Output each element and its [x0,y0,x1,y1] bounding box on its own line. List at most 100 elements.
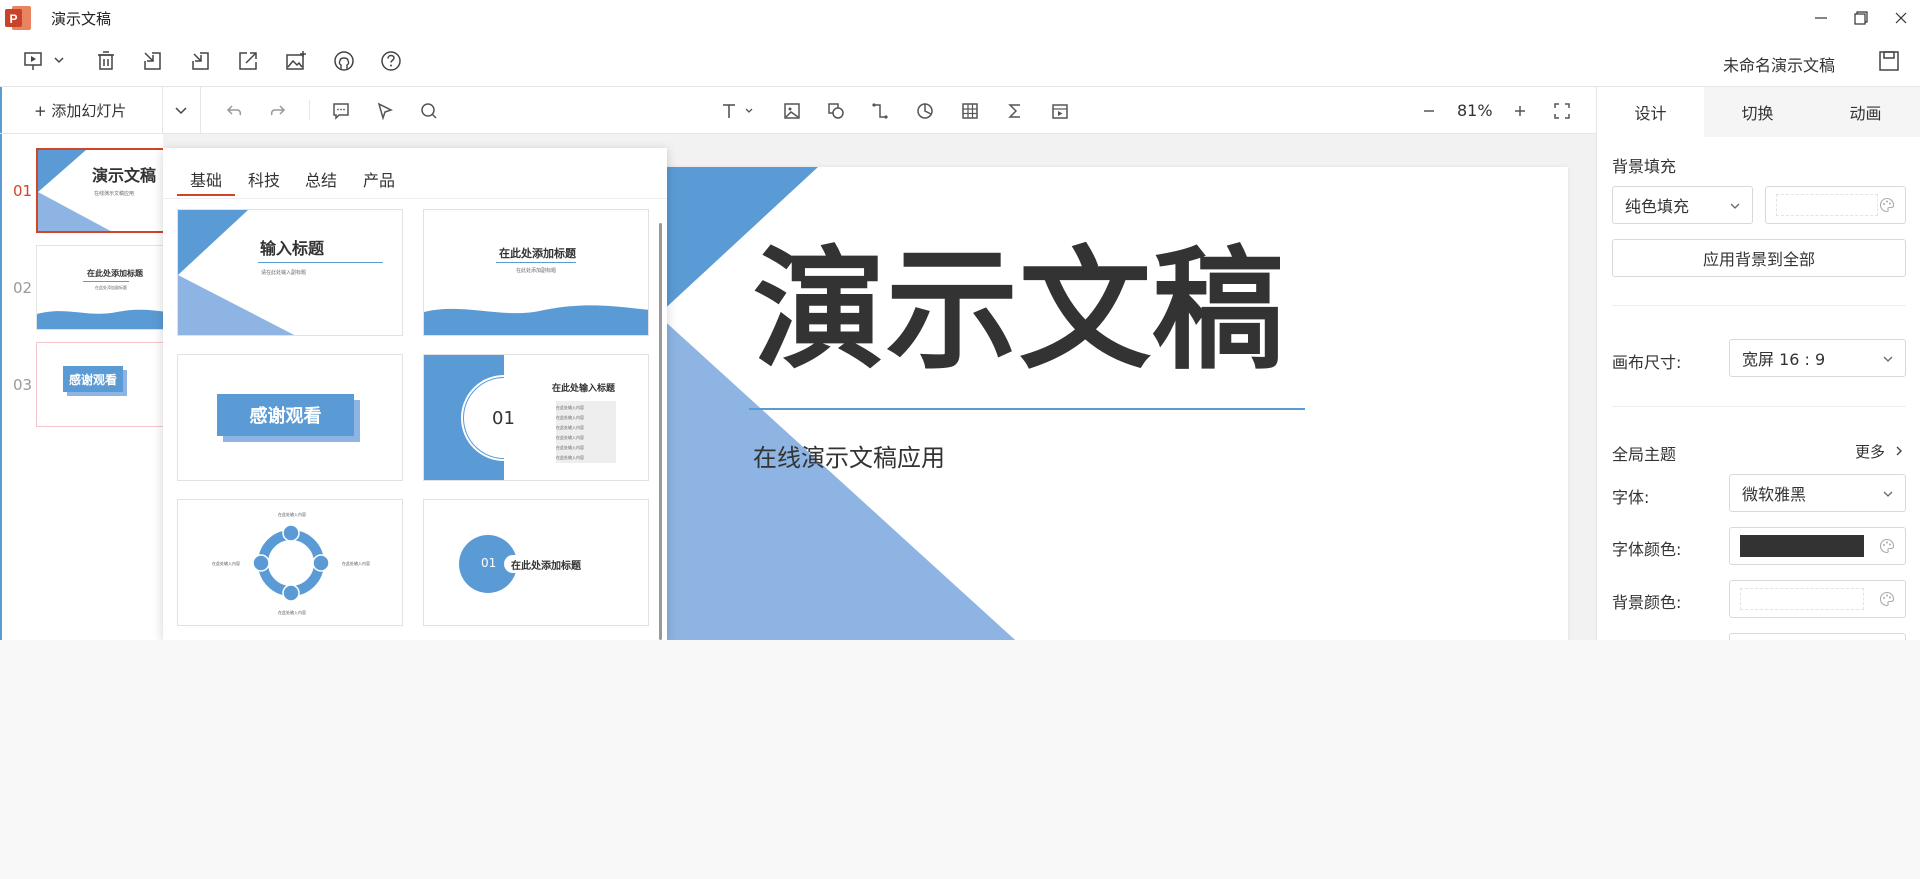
zoom-out-button[interactable] [1418,100,1440,122]
cycle-label-right: 在此处输入内容 [342,561,370,566]
theme-color-picker[interactable] [1729,633,1906,640]
document-name[interactable]: 未命名演示文稿 [1723,52,1835,76]
undo-icon [226,105,242,116]
chevron-down-icon [1883,491,1893,497]
font-color-picker[interactable] [1729,527,1906,565]
font-select[interactable]: 微软雅黑 [1729,474,1906,512]
svg-text:P: P [9,12,17,26]
table-icon [962,103,978,119]
fill-type-value: 纯色填充 [1625,197,1690,216]
template-scrollbar[interactable] [659,223,662,640]
fill-type-select[interactable]: 纯色填充 [1612,186,1753,224]
properties-panel: 设计 切换 动画 背景填充 纯色填充 应用背景到全部 画布尺寸: 宽屏 16 :… [1597,87,1920,640]
cycle-label-left: 在此处输入内容 [212,561,240,566]
comment-button[interactable] [330,100,352,122]
image-tool-button[interactable] [781,100,803,122]
add-slide-button[interactable]: + 添加幻灯片 [34,100,126,121]
card-title: 感谢观看 [217,394,354,436]
help-button[interactable] [378,48,404,74]
slide-thumbnail-1[interactable]: 演示文稿 在线演示文稿应用 [36,148,166,233]
close-button[interactable] [1888,6,1914,30]
save-icon[interactable] [1878,50,1900,72]
tab-transition[interactable]: 切换 [1704,87,1811,137]
slide-thumbnail-3[interactable]: 感谢观看 [36,342,166,427]
restore-button[interactable] [1848,6,1874,30]
template-card-cycle[interactable]: 在此处输入内容 在此处输入内容 在此处输入内容 在此处输入内容 [177,499,403,626]
template-card-wave[interactable]: 在此处添加标题 在此处添加副标题 [423,209,649,336]
card-number: 01 [481,556,497,570]
template-card-thanks[interactable]: 感谢观看 [177,354,403,481]
slideshow-icon [24,52,64,70]
slide-subtitle[interactable]: 在线演示文稿应用 [753,438,945,473]
shape-tool-button[interactable] [825,100,847,122]
title-underline [749,408,1305,410]
formula-tool-button[interactable] [1004,100,1026,122]
bg-color-picker[interactable] [1765,186,1906,224]
zoom-in-button[interactable] [1509,100,1531,122]
delete-button[interactable] [93,48,119,74]
tab-basic[interactable]: 基础 [190,167,222,191]
github-button[interactable] [331,48,357,74]
github-icon [334,51,354,71]
color-swatch [1776,194,1878,216]
fit-screen-button[interactable] [1551,100,1573,122]
more-themes-link[interactable]: 更多 [1855,441,1885,462]
theme-bg-color-picker[interactable] [1729,580,1906,618]
select-button[interactable] [374,100,396,122]
font-color-label: 字体颜色: [1612,540,1682,559]
line-tool-button[interactable] [869,100,891,122]
slide-number: 01 [13,182,33,200]
palette-icon [1879,538,1895,554]
tab-product[interactable]: 产品 [363,167,395,191]
font-color-swatch [1740,535,1864,557]
chevron-down-icon[interactable] [172,101,190,119]
tab-design[interactable]: 设计 [1597,87,1704,137]
powerpoint-app-icon: P [5,6,31,30]
app-window: P 演示文稿 未命名演示文稿 + 添加幻灯片 01 演示文稿 在线演示文稿应用 … [0,0,1920,640]
palette-icon [1879,197,1895,213]
chart-tool-button[interactable] [914,100,936,122]
card-list: 在此处输入内容 在此处输入内容 在此处输入内容 在此处输入内容 在此处输入内容 … [556,405,584,460]
zoom-level[interactable]: 81% [1457,101,1493,120]
import-button[interactable] [140,48,166,74]
import-pptx-button[interactable] [188,48,214,74]
template-card-cover[interactable]: 输入标题 请在此处输入副标题 [177,209,403,336]
image-icon [784,103,800,119]
comment-icon [333,103,349,120]
slide-thumbnail-2[interactable]: 在此处添加标题 在此处添加副标题 [36,245,166,330]
close-icon [1895,12,1907,24]
search-icon [421,103,437,119]
chevron-right-icon[interactable] [1892,444,1906,458]
cycle-label-bottom: 在此处输入内容 [278,610,306,615]
tab-animation[interactable]: 动画 [1812,87,1919,137]
text-icon [723,104,753,118]
text-tool-button[interactable] [720,100,756,122]
redo-button[interactable] [267,100,289,122]
help-icon [381,51,401,71]
bg-color-swatch [1740,588,1864,610]
current-slide[interactable]: 演示文稿 在线演示文稿应用 [658,167,1568,640]
undo-button[interactable] [223,100,245,122]
slide-title[interactable]: 演示文稿 [753,245,1285,377]
export-image-button[interactable] [283,48,309,74]
template-card-title-badge[interactable]: 01 在此处添加标题 [423,499,649,626]
apply-bg-to-all-button[interactable]: 应用背景到全部 [1612,239,1906,277]
thumb-title: 感谢观看 [63,366,123,392]
tab-summary[interactable]: 总结 [305,167,337,191]
export-button[interactable] [235,48,261,74]
restore-icon [1854,11,1868,25]
window-title: 演示文稿 [51,10,112,28]
search-button[interactable] [418,100,440,122]
slide-number: 02 [13,279,33,297]
template-card-section[interactable]: 01 在此处输入标题 在此处输入内容 在此处输入内容 在此处输入内容 在此处输入… [423,354,649,481]
tab-tech[interactable]: 科技 [248,167,280,191]
media-tool-button[interactable] [1049,100,1071,122]
slideshow-button[interactable] [22,48,66,74]
table-tool-button[interactable] [959,100,981,122]
title-bar: P 演示文稿 [0,0,1920,36]
card-subtitle: 请在此处输入副标题 [261,270,307,276]
canvas-size-select[interactable]: 宽屏 16 : 9 [1729,339,1906,377]
canvas-size-value: 宽屏 16 : 9 [1742,350,1826,369]
minimize-button[interactable] [1808,6,1834,30]
thumb-subtitle: 在线演示文稿应用 [94,191,135,197]
